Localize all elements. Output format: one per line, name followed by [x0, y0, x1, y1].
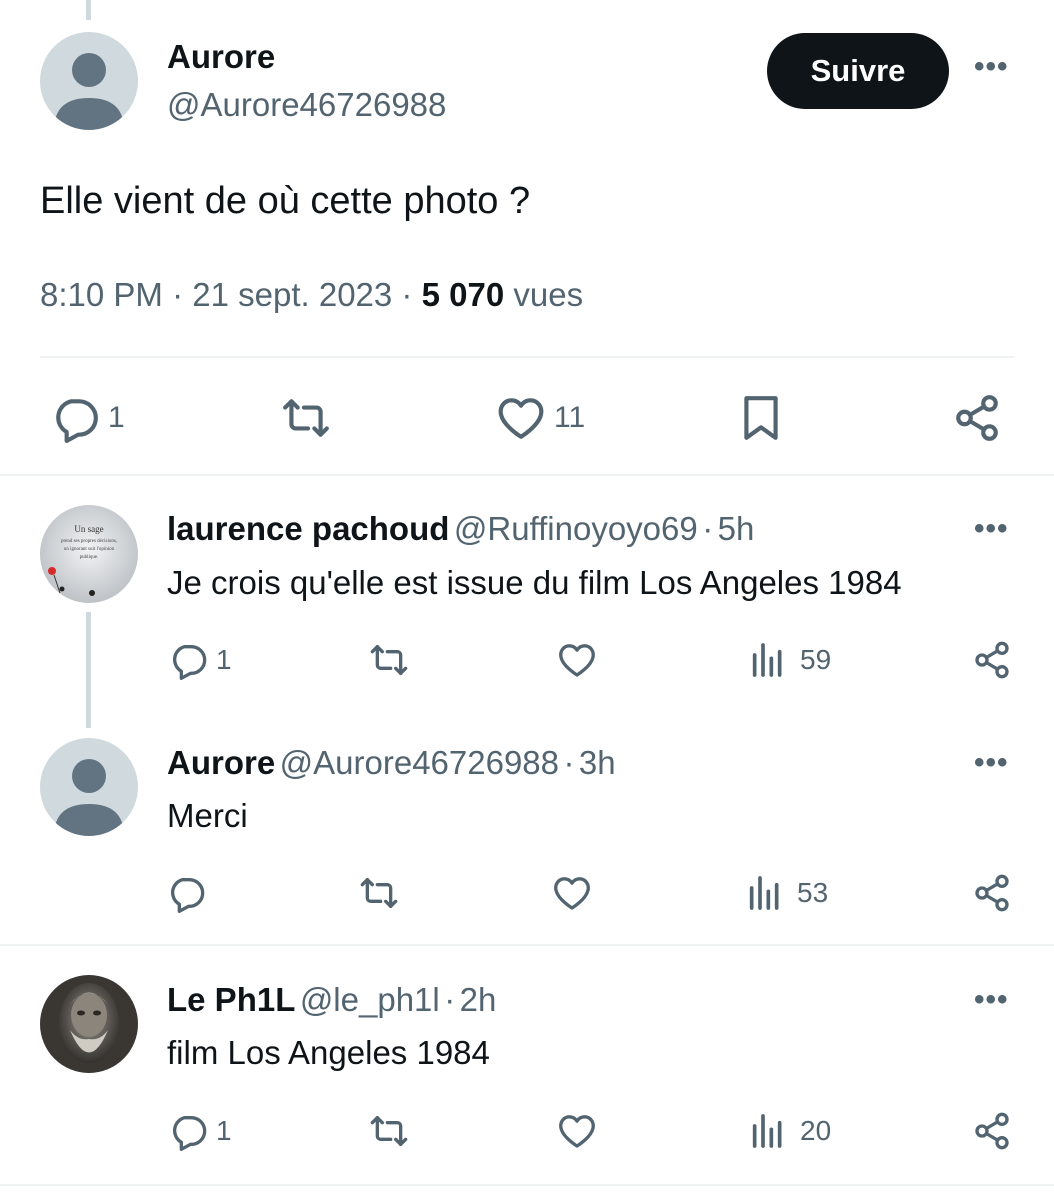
heart-icon [554, 877, 590, 910]
author-name[interactable]: Aurore [167, 38, 275, 76]
views-icon [752, 1114, 782, 1148]
share-button[interactable] [972, 640, 1012, 680]
reply-author-handle[interactable]: @le_ph1l [300, 981, 440, 1018]
avatar[interactable] [40, 32, 138, 130]
heart-icon [559, 644, 595, 677]
reply-author-name[interactable]: Aurore [167, 744, 275, 781]
reply-icon [56, 399, 98, 443]
like-button[interactable] [557, 640, 597, 680]
meta-separator: · [401, 276, 413, 313]
author-handle[interactable]: @Aurore46726988 [167, 86, 446, 124]
like-button[interactable] [552, 873, 592, 913]
reply-button[interactable]: 1 [168, 640, 232, 680]
reply-count: 1 [216, 1115, 232, 1146]
views-icon [752, 643, 782, 677]
retweet-button[interactable] [278, 393, 334, 443]
more-icon[interactable]: ••• [974, 512, 1009, 546]
reply-time[interactable]: 3h [579, 744, 616, 781]
reply-time[interactable]: 2h [460, 981, 497, 1018]
retweet-icon [283, 399, 329, 437]
reply-header: laurence pachoud @Ruffinoyoyo69 · 5h [167, 510, 754, 548]
reply-text: Je crois qu'elle est issue du film Los A… [167, 564, 902, 601]
reply-count: 1 [216, 644, 232, 675]
share-icon [975, 1112, 1009, 1150]
heart-icon [498, 398, 544, 439]
retweet-icon [360, 878, 398, 908]
share-button[interactable] [952, 393, 1002, 443]
views-label: vues [513, 276, 584, 313]
reply-button[interactable]: 1 [50, 393, 125, 443]
meta-separator: · [702, 510, 714, 547]
divider [0, 944, 1054, 946]
avatar-quote-line: prend ses propres décisions, [61, 539, 117, 544]
like-button[interactable]: 11 [496, 393, 585, 443]
tweet-date[interactable]: 21 sept. 2023 [192, 276, 392, 313]
divider [0, 474, 1054, 476]
views-count[interactable]: 5 070 [422, 276, 505, 313]
reply-author-name[interactable]: Le Ph1L [167, 981, 295, 1018]
reply-icon [172, 1116, 207, 1151]
like-count: 11 [554, 401, 586, 434]
meta-separator: · [563, 744, 575, 781]
heart-icon [559, 1115, 595, 1148]
retweet-button[interactable] [366, 640, 412, 680]
views-count: 20 [800, 1115, 832, 1146]
retweet-button[interactable] [356, 873, 402, 913]
retweet-icon [370, 1116, 408, 1146]
reply-author-name[interactable]: laurence pachoud [167, 510, 449, 547]
share-icon [975, 874, 1009, 912]
thread-line [86, 612, 91, 728]
follow-button[interactable]: Suivre [767, 33, 949, 109]
reply-text: film Los Angeles 1984 [167, 1034, 490, 1071]
views-icon [749, 876, 779, 910]
reply-icon [170, 878, 205, 913]
reply-count: 1 [108, 401, 125, 434]
reply-button[interactable] [166, 873, 214, 913]
divider [0, 1184, 1054, 1186]
quote-avatar-image: Un sage prend ses propres décisions, un … [40, 505, 138, 603]
share-icon [956, 395, 998, 441]
meta-separator: · [444, 981, 456, 1018]
views-count: 53 [797, 877, 829, 908]
views-count: 59 [800, 644, 832, 675]
divider [40, 356, 1015, 358]
avatar-quote-line: publique. [80, 555, 99, 560]
avatar[interactable] [40, 738, 138, 836]
reply-text: Merci [167, 797, 248, 834]
more-icon[interactable]: ••• [974, 983, 1009, 1017]
avatar[interactable]: Un sage prend ses propres décisions, un … [40, 505, 138, 603]
more-icon[interactable]: ••• [974, 746, 1009, 780]
bearded-man-avatar-image [40, 975, 138, 1073]
more-icon[interactable]: ••• [974, 50, 1009, 84]
avatar-quote-line: Un sage [74, 524, 103, 534]
reply-icon [172, 645, 207, 680]
avatar-quote-line: un ignorant suit l'opinion [64, 547, 115, 552]
default-avatar-icon [40, 738, 138, 836]
tweet-text: Elle vient de où cette photo ? [40, 180, 531, 222]
share-button[interactable] [972, 873, 1012, 913]
bookmark-icon [744, 396, 778, 440]
like-button[interactable] [557, 1111, 597, 1151]
tweet-time[interactable]: 8:10 PM [40, 276, 163, 313]
retweet-icon [370, 645, 408, 675]
default-avatar-icon [40, 32, 138, 130]
bookmark-button[interactable] [736, 393, 786, 443]
reply-time[interactable]: 5h [718, 510, 755, 547]
reply-author-handle[interactable]: @Aurore46726988 [280, 744, 559, 781]
reply-author-handle[interactable]: @Ruffinoyoyo69 [454, 510, 698, 547]
avatar[interactable] [40, 975, 138, 1073]
views-button[interactable]: 53 [745, 873, 828, 913]
reply-header: Aurore @Aurore46726988 · 3h [167, 744, 616, 782]
thread-line-top [86, 0, 91, 20]
views-button[interactable]: 59 [748, 640, 831, 680]
share-icon [975, 641, 1009, 679]
reply-button[interactable]: 1 [168, 1111, 232, 1151]
views-button[interactable]: 20 [748, 1111, 831, 1151]
meta-separator: · [172, 276, 184, 313]
share-button[interactable] [972, 1111, 1012, 1151]
retweet-button[interactable] [366, 1111, 412, 1151]
tweet-meta: 8:10 PM · 21 sept. 2023 · 5 070 vues [40, 276, 583, 314]
reply-header: Le Ph1L @le_ph1l · 2h [167, 981, 496, 1019]
